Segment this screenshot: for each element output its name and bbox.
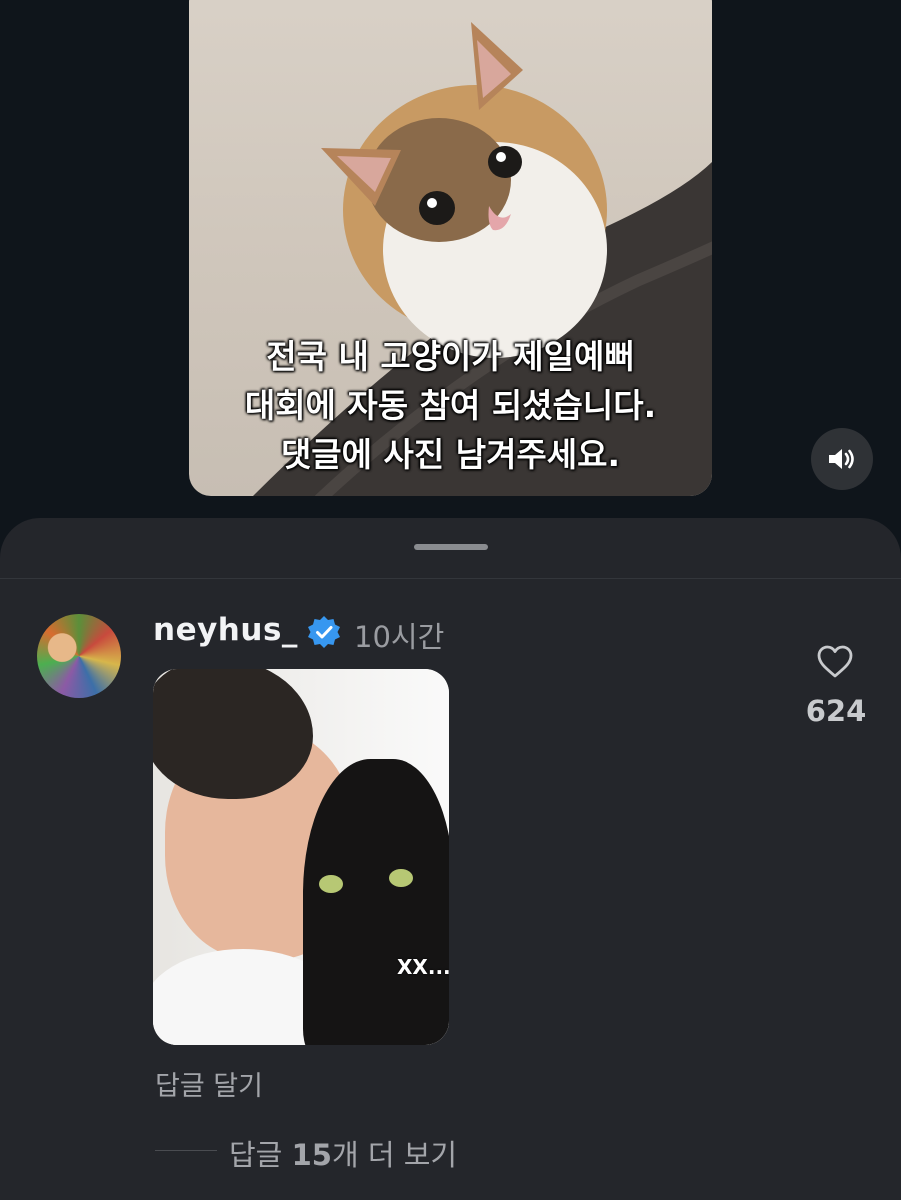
- sound-toggle-button[interactable]: [811, 428, 873, 490]
- sheet-drag-handle[interactable]: [414, 544, 488, 550]
- person-hair: [153, 669, 313, 799]
- cat-eye-right: [389, 869, 413, 887]
- comment-username[interactable]: neyhus_: [153, 612, 298, 648]
- caption-line-3: 댓글에 사진 남겨주세요.: [280, 435, 621, 474]
- avatar[interactable]: [37, 614, 121, 698]
- sheet-divider: [0, 578, 901, 579]
- comment-time-ago: 10시간: [354, 620, 445, 654]
- reel-video[interactable]: 전국 내 고양이가 제일예뻐 대회에 자동 참여 되셨습니다. 댓글에 사진 남…: [189, 0, 712, 496]
- caption-line-2: 대회에 자동 참여 되셨습니다.: [244, 386, 657, 425]
- more-replies-prefix: 답글: [229, 1138, 292, 1172]
- photo-overlay-text: XX...: [397, 955, 449, 979]
- caption-line-1: 전국 내 고양이가 제일예뻐: [266, 337, 635, 376]
- verified-badge-icon: [308, 616, 340, 648]
- speaker-on-icon: [829, 449, 854, 469]
- cat-eye-left: [319, 875, 343, 893]
- heart-outline-icon[interactable]: [815, 642, 855, 682]
- more-replies-suffix: 개 더 보기: [331, 1138, 458, 1172]
- black-cat: [303, 759, 449, 1045]
- like-count: 624: [805, 694, 867, 728]
- reel-video-area: 전국 내 고양이가 제일예뻐 대회에 자동 참여 되셨습니다. 댓글에 사진 남…: [0, 0, 901, 520]
- comments-sheet: neyhus_ 10시간 XX... 답글 달기 답글 15개 더 보기 624: [0, 518, 901, 1200]
- video-caption: 전국 내 고양이가 제일예뻐 대회에 자동 참여 되셨습니다. 댓글에 사진 남…: [189, 332, 712, 479]
- comment-photo[interactable]: XX...: [153, 669, 449, 1045]
- view-more-replies-button[interactable]: 답글 15개 더 보기: [229, 1132, 457, 1174]
- more-replies-count: 15: [291, 1138, 332, 1172]
- reply-button[interactable]: 답글 달기: [155, 1064, 263, 1103]
- replies-divider-line: [155, 1150, 217, 1151]
